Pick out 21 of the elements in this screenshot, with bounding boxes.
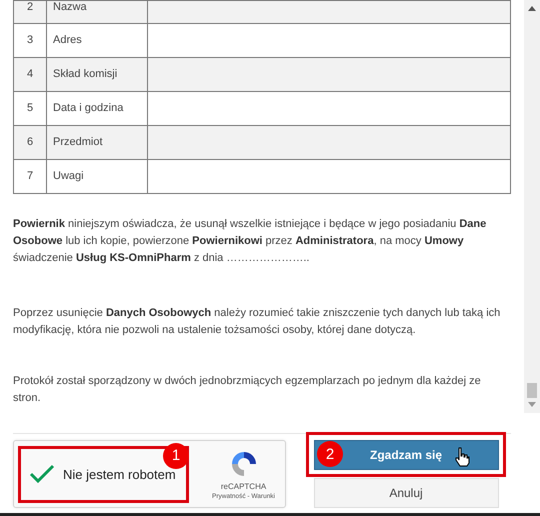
row-label: Przedmiot [46,126,148,160]
row-label: Uwagi [46,160,148,194]
scrollbar[interactable] [524,0,540,413]
paragraph: Powiernik niniejszym oświadcza, że usunął wszelkie istniejące i będące w jego posiadaniu Dane Osobowe lub ich kopie, powierzone Powiernikowi przez Administratora, na mocy Umowy świadczenie Usług KS-OmniPharm z dnia ………………….. [13,217,488,266]
row-number: 6 [14,126,46,160]
row-number: 4 [14,58,46,92]
hand-cursor-icon [454,447,470,467]
captcha-brand: reCAPTCHA [220,482,266,490]
cancel-button[interactable]: Anuluj [314,478,498,508]
step-badge: 1 [163,442,189,468]
row-label: Nazwa [46,0,148,24]
checkmark-icon[interactable] [29,464,55,484]
paragraph: Poprzez usunięcie Danych Osobowych należy rozumieć takie zniszczenie tych danych lub taką ich modyfikację, która nie pozwoli na ustalenie tożsamości osoby, której dane dotyczą. [13,306,502,338]
scroll-down-icon[interactable] [528,402,536,408]
row-number: 2 [14,0,46,24]
row-label: Skład komisji [46,58,148,92]
scroll-thumb[interactable] [527,383,537,398]
captcha-label: Nie jestem robotem [63,466,176,482]
paragraph: Protokół został sporządzony w dwóch jednobrzmiących egzemplarzach po jednym dla każdej ze stron. [13,374,482,406]
row-number: 7 [14,160,46,194]
scroll-up-icon[interactable] [528,5,536,11]
